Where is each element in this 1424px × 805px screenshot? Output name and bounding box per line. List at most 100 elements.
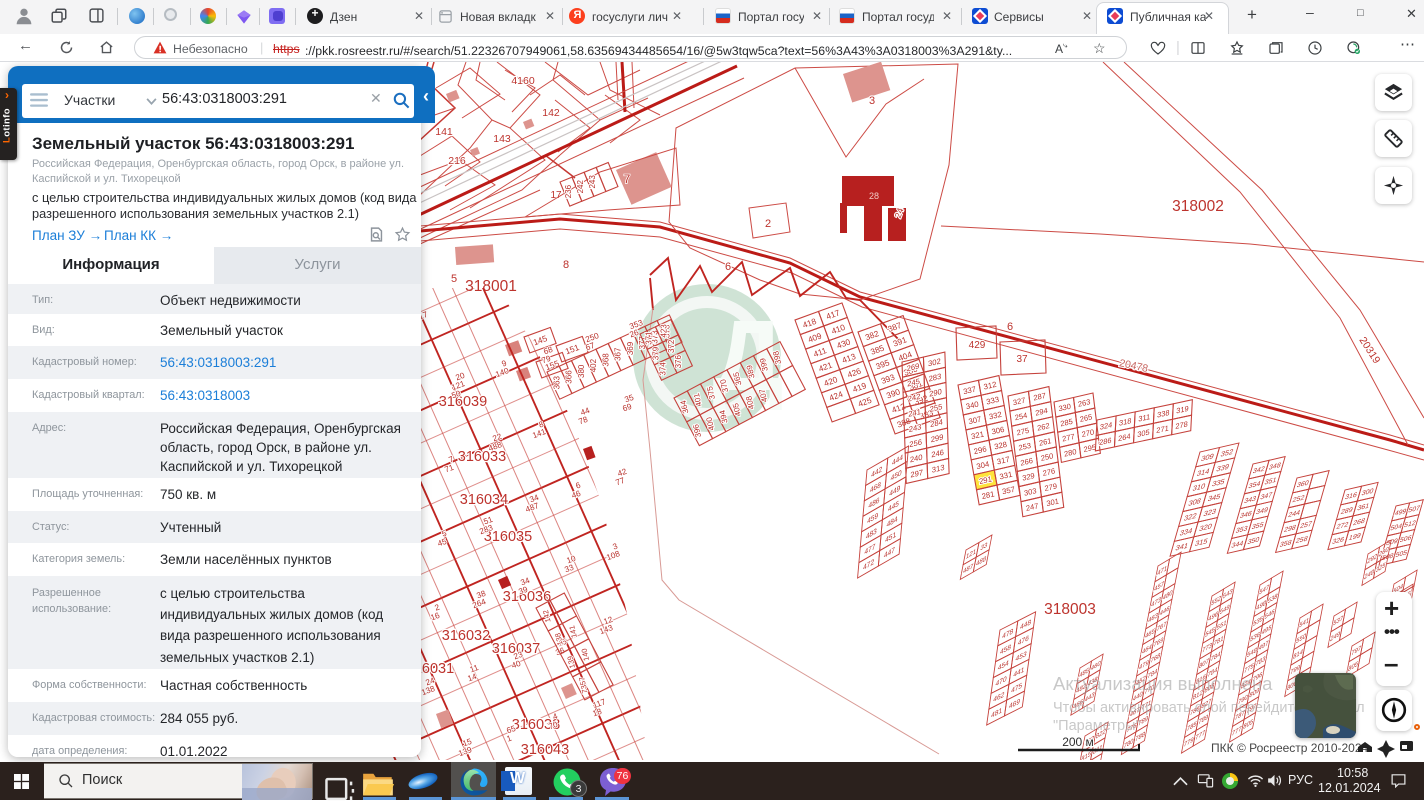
svg-text:358: 358	[1279, 538, 1293, 549]
svg-text:295: 295	[1083, 442, 1096, 454]
svg-text:4160: 4160	[511, 75, 535, 87]
svg-text:380: 380	[577, 364, 586, 378]
svg-text:326: 326	[1331, 535, 1345, 546]
svg-text:7357: 7357	[577, 676, 590, 694]
svg-text:8: 8	[563, 259, 569, 271]
svg-text:420: 420	[822, 374, 839, 388]
svg-text:276: 276	[1042, 466, 1055, 478]
svg-text:303: 303	[1024, 486, 1037, 498]
svg-text:257: 257	[1299, 519, 1313, 530]
svg-text:367: 367	[614, 347, 623, 361]
svg-text:411: 411	[812, 345, 828, 359]
svg-text:316043: 316043	[521, 742, 569, 758]
svg-text:261: 261	[1038, 436, 1051, 448]
svg-text:279: 279	[1044, 481, 1057, 493]
svg-text:307: 307	[968, 414, 982, 426]
svg-text:151: 151	[564, 342, 581, 356]
svg-text:200 м: 200 м	[1062, 735, 1094, 749]
svg-text:334: 334	[1179, 526, 1194, 537]
svg-text:278: 278	[1175, 419, 1188, 431]
svg-text:318: 318	[1119, 416, 1132, 428]
svg-text:294: 294	[1035, 406, 1048, 418]
svg-text:143: 143	[493, 133, 511, 145]
svg-text:140: 140	[494, 366, 510, 379]
svg-text:311: 311	[1138, 412, 1150, 424]
svg-text:316: 316	[1344, 490, 1358, 501]
svg-text:355: 355	[1251, 520, 1265, 531]
svg-text:337: 337	[962, 385, 976, 397]
svg-text:250: 250	[1040, 451, 1053, 463]
svg-text:319: 319	[1176, 404, 1189, 416]
svg-text:16: 16	[429, 611, 441, 623]
svg-text:409: 409	[806, 330, 823, 344]
svg-text:299: 299	[931, 432, 944, 444]
svg-text:321: 321	[970, 429, 984, 441]
svg-text:305: 305	[1137, 428, 1150, 440]
svg-text:139: 139	[457, 745, 473, 758]
svg-text:353: 353	[1235, 524, 1249, 535]
svg-text:330: 330	[1058, 402, 1071, 414]
svg-text:413: 413	[841, 351, 858, 365]
svg-text:419: 419	[851, 380, 868, 394]
svg-text:290: 290	[929, 387, 943, 399]
svg-text:28: 28	[869, 191, 879, 201]
svg-text:40: 40	[510, 659, 522, 671]
svg-text:327: 327	[1012, 396, 1025, 408]
svg-text:298: 298	[1283, 523, 1297, 534]
svg-text:138: 138	[420, 684, 436, 697]
svg-text:393: 393	[880, 372, 897, 386]
svg-text:499: 499	[1394, 508, 1407, 517]
svg-text:352: 352	[1220, 447, 1235, 458]
svg-text:199: 199	[1348, 531, 1362, 542]
svg-text:266: 266	[1020, 456, 1033, 468]
svg-text:323: 323	[1202, 507, 1217, 518]
svg-text:312: 312	[983, 380, 997, 392]
svg-text:2: 2	[765, 218, 771, 230]
svg-text:142: 142	[541, 609, 553, 623]
svg-text:372: 372	[667, 339, 676, 353]
svg-text:363: 363	[552, 376, 561, 390]
svg-text:71: 71	[443, 463, 455, 475]
svg-text:3: 3	[869, 95, 875, 107]
svg-text:507: 507	[1407, 505, 1420, 514]
svg-text:410: 410	[830, 322, 847, 336]
svg-text:417: 417	[825, 307, 842, 321]
svg-text:145: 145	[532, 333, 549, 347]
svg-text:316039: 316039	[439, 394, 487, 410]
svg-text:424: 424	[828, 389, 845, 403]
svg-text:1: 1	[505, 733, 513, 743]
svg-text:328: 328	[994, 440, 1008, 452]
svg-text:506: 506	[1399, 535, 1412, 544]
svg-text:369: 369	[626, 341, 635, 355]
svg-text:244: 244	[1287, 508, 1301, 519]
svg-text:304: 304	[976, 459, 991, 471]
svg-text:285: 285	[1060, 417, 1073, 429]
svg-text:366: 366	[565, 370, 574, 384]
svg-text:357: 357	[1001, 485, 1015, 497]
svg-text:271: 271	[1156, 423, 1169, 435]
svg-text:140: 140	[579, 648, 591, 662]
svg-text:6: 6	[725, 261, 731, 273]
svg-text:425: 425	[856, 395, 873, 409]
svg-text:310: 310	[1192, 481, 1207, 492]
svg-text:318001: 318001	[465, 278, 517, 295]
svg-text:487: 487	[524, 501, 540, 514]
svg-text:7: 7	[624, 172, 631, 186]
svg-text:243: 243	[588, 175, 597, 189]
svg-text:265: 265	[1079, 412, 1092, 424]
svg-text:302: 302	[928, 357, 941, 369]
svg-text:Актуализация выполнена: Актуализация выполнена	[1053, 673, 1273, 694]
svg-text:252: 252	[1292, 493, 1306, 504]
svg-text:360: 360	[1296, 478, 1310, 489]
svg-text:342: 342	[1252, 464, 1266, 475]
svg-text:418: 418	[801, 316, 818, 330]
svg-text:263: 263	[1077, 397, 1090, 409]
svg-text:339: 339	[1215, 462, 1230, 473]
svg-text:236: 236	[564, 184, 573, 198]
svg-text:18: 18	[591, 707, 603, 719]
svg-text:318003: 318003	[1044, 601, 1096, 618]
svg-text:318002: 318002	[1172, 198, 1224, 215]
svg-text:374: 374	[659, 362, 668, 376]
svg-text:320: 320	[1198, 522, 1213, 533]
svg-text:426: 426	[846, 366, 863, 380]
